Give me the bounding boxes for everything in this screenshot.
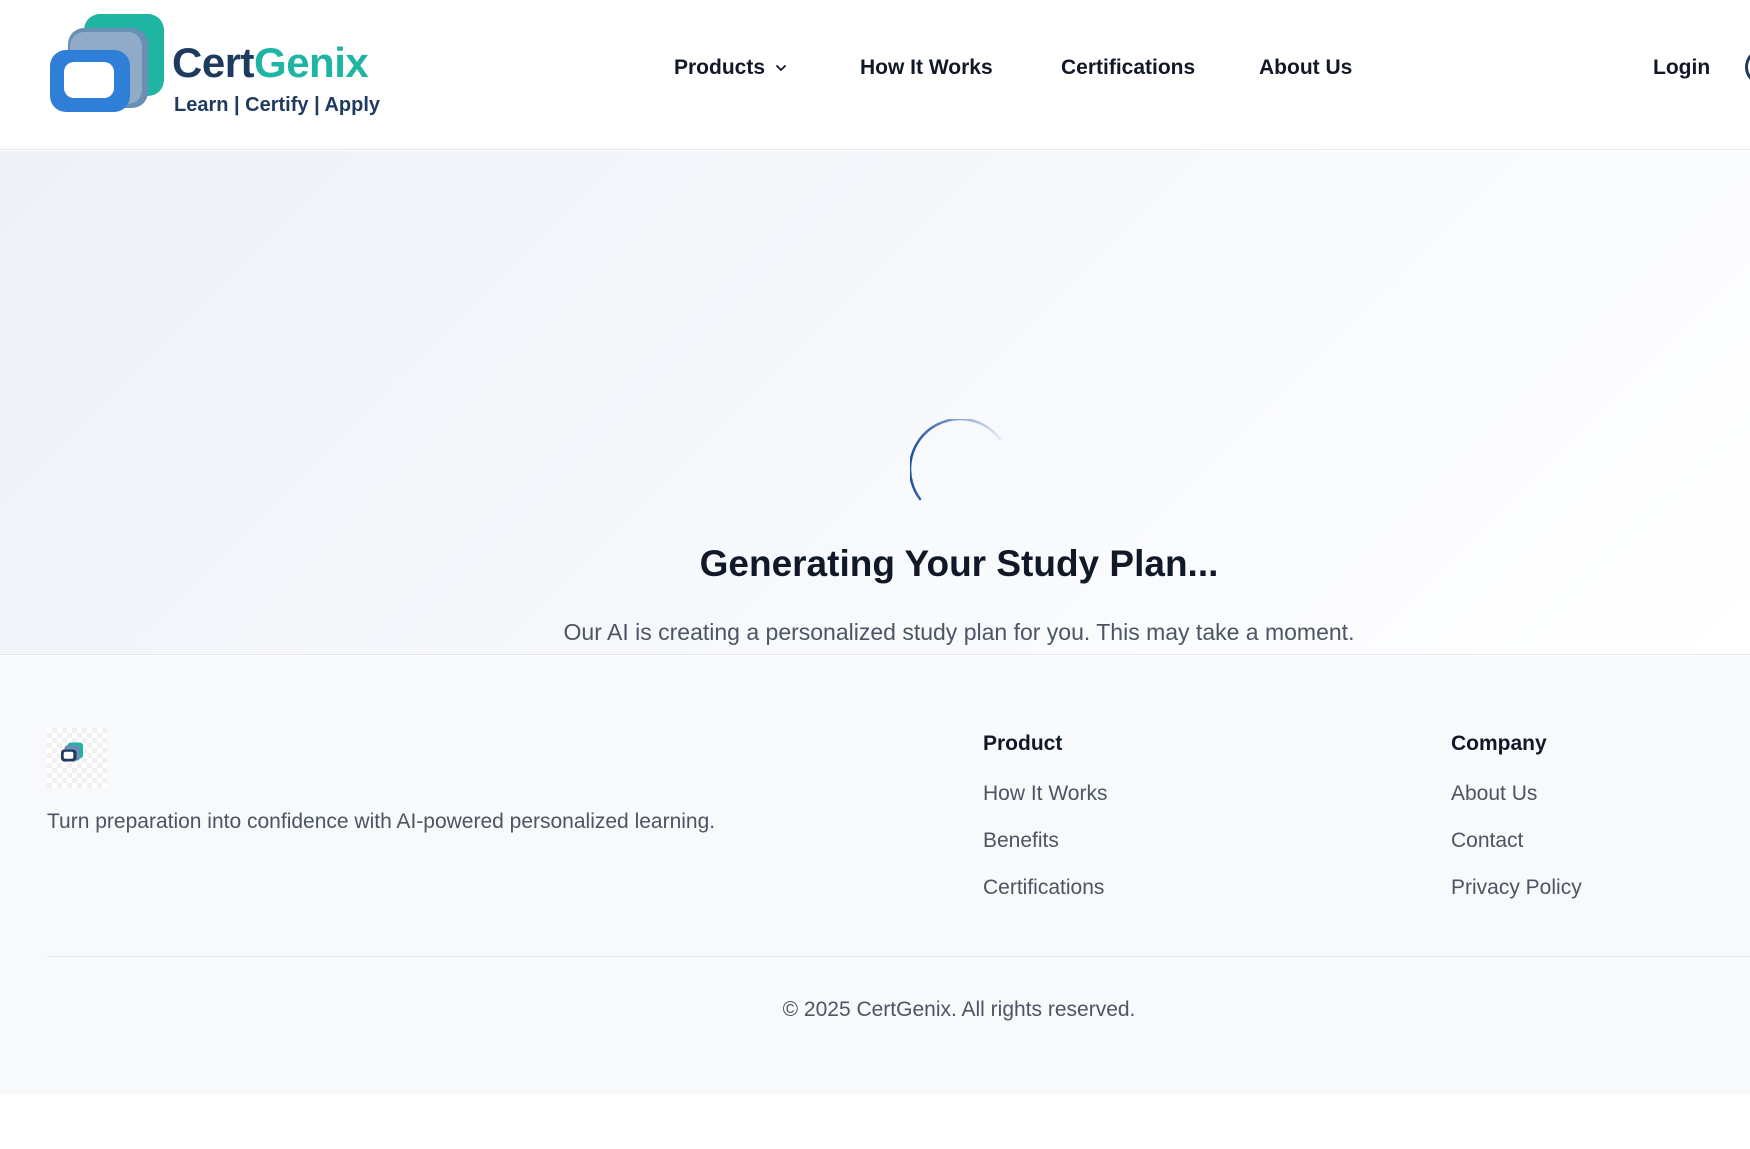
footer-link-how-it-works[interactable]: How It Works [983, 782, 1107, 806]
footer-link-contact[interactable]: Contact [1451, 829, 1582, 853]
site-header: CertGenix Learn | Certify | Apply Produc… [0, 0, 1750, 150]
footer-heading-product: Product [983, 732, 1063, 755]
nav-item-certifications[interactable]: Certifications [1061, 50, 1195, 86]
footer-heading-company: Company [1451, 732, 1547, 755]
site-footer: Turn preparation into confidence with AI… [0, 656, 1750, 1094]
chevron-down-icon [776, 65, 786, 71]
loading-section: Generating Your Study Plan... Our AI is … [0, 151, 1750, 655]
login-button[interactable]: Login [1653, 50, 1710, 86]
loading-title: Generating Your Study Plan... [699, 543, 1219, 584]
certgenix-logo-icon [61, 742, 83, 762]
certgenix-logo-icon [50, 14, 164, 112]
footer-tagline: Turn preparation into confidence with AI… [47, 810, 716, 833]
footer-link-privacy-policy[interactable]: Privacy Policy [1451, 876, 1582, 900]
nav-item-products[interactable]: Products [674, 50, 787, 86]
loading-message: Our AI is creating a personalized study … [563, 619, 1355, 645]
page-bottom [0, 1094, 1750, 1149]
brand-name-part2: Genix [254, 39, 369, 86]
brand-wordmark: CertGenix [172, 39, 369, 86]
copyright-text: © 2025 CertGenix. All rights reserved. [782, 998, 1136, 1021]
footer-divider [47, 956, 1750, 957]
brand-logo[interactable]: CertGenix Learn | Certify | Apply [50, 14, 380, 124]
footer-link-benefits[interactable]: Benefits [983, 829, 1107, 853]
footer-column-company: Company About Us Contact Privacy Policy [1451, 732, 1582, 923]
brand-name-part1: Cert [172, 39, 255, 86]
nav-label-products: Products [674, 56, 766, 79]
nav-item-how-it-works[interactable]: How It Works [860, 50, 993, 86]
footer-logo[interactable] [47, 728, 107, 788]
nav-item-about-us[interactable]: About Us [1259, 50, 1352, 86]
footer-link-about-us[interactable]: About Us [1451, 782, 1582, 806]
footer-column-product: Product How It Works Benefits Certificat… [983, 732, 1107, 923]
loading-spinner-icon [910, 419, 1002, 501]
footer-link-certifications[interactable]: Certifications [983, 876, 1107, 900]
brand-tagline: Learn | Certify | Apply [174, 94, 381, 116]
account-icon[interactable] [1745, 50, 1750, 84]
